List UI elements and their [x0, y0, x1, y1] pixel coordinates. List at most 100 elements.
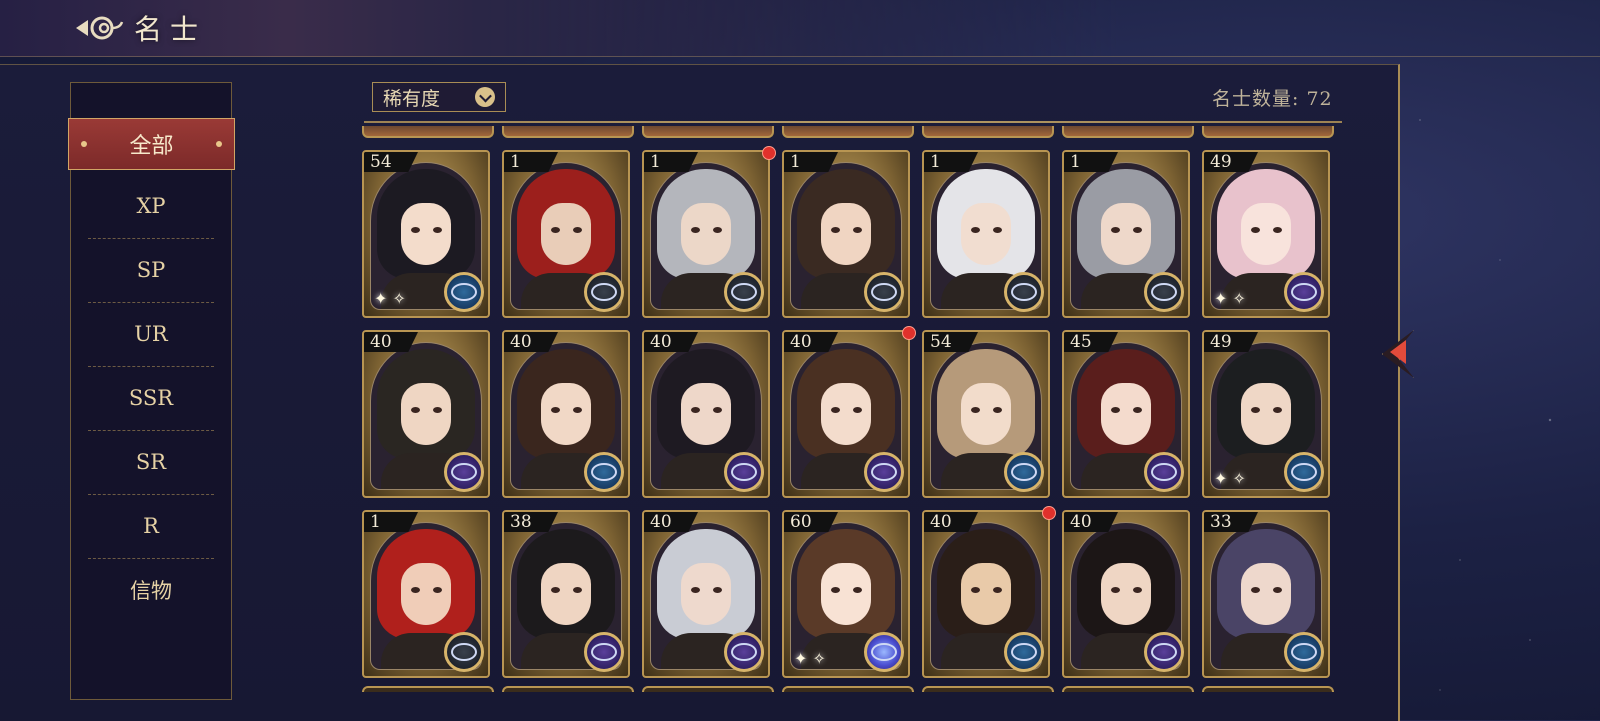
badge-emblem-icon [1151, 283, 1177, 301]
portrait-face [821, 203, 871, 265]
attribute-badge-icon [1004, 632, 1044, 672]
attribute-badge-icon [1284, 272, 1324, 312]
portrait-eye [993, 587, 1002, 593]
portrait-eye [971, 587, 980, 593]
rarity-filter-dropdown[interactable]: 稀有度 [372, 82, 506, 112]
character-card[interactable]: 40 [922, 510, 1050, 678]
ornament-dot [81, 141, 87, 147]
portrait-face [1101, 383, 1151, 445]
portrait-eye [1133, 227, 1142, 233]
partial-card-bottom[interactable] [362, 686, 494, 692]
character-card[interactable]: 54 ✦ ✧ [362, 150, 490, 318]
character-card[interactable]: 33 [1202, 510, 1330, 678]
attribute-badge-icon [1284, 632, 1324, 672]
character-card[interactable]: 45 [1062, 330, 1190, 498]
portrait-face [961, 203, 1011, 265]
badge-emblem-icon [591, 283, 617, 301]
partial-card-bottom[interactable] [922, 686, 1054, 692]
portrait-eye [971, 227, 980, 233]
chevron-down-icon [475, 87, 495, 107]
character-card-grid: 54 ✦ ✧ 1 1 1 1 1 49 ✦ ✧ 40 40 40 40 54 45 49 ✦ ✧ 1 38 40 60 ✦… [362, 126, 1342, 692]
sidebar-item-sr[interactable]: SR [88, 430, 214, 495]
portrait-eye [993, 407, 1002, 413]
page-title: 名士 [134, 13, 207, 46]
new-indicator-dot [1042, 506, 1056, 520]
portrait-eye [573, 227, 582, 233]
character-card[interactable]: 40 [502, 330, 630, 498]
portrait-eye [433, 587, 442, 593]
attribute-badge-icon [724, 632, 764, 672]
sidebar-item-ssr[interactable]: SSR [88, 366, 214, 431]
character-card[interactable]: 49 ✦ ✧ [1202, 330, 1330, 498]
new-indicator-dot [902, 326, 916, 340]
portrait-face [541, 203, 591, 265]
character-card[interactable]: 54 [922, 330, 1050, 498]
partial-card-top[interactable] [642, 126, 774, 138]
sidebar-item-ur[interactable]: UR [88, 302, 214, 367]
badge-emblem-icon [451, 463, 477, 481]
partial-card-bottom[interactable] [1202, 686, 1334, 692]
partial-card-top[interactable] [782, 126, 914, 138]
sparkle-icon: ✦ ✧ [374, 289, 406, 308]
sidebar-item-sp[interactable]: SP [88, 238, 214, 303]
sidebar-item-token[interactable]: 信物 [88, 558, 214, 622]
character-card[interactable]: 40 [362, 330, 490, 498]
partial-card-bottom[interactable] [642, 686, 774, 692]
portrait-eye [853, 227, 862, 233]
attribute-badge-icon [864, 632, 904, 672]
character-card[interactable]: 38 [502, 510, 630, 678]
title-group: 名士 [72, 8, 206, 48]
portrait-eye [1273, 587, 1282, 593]
toolbar-divider [364, 121, 1342, 123]
character-card[interactable]: 40 [1062, 510, 1190, 678]
sparkle-icon: ✦ ✧ [1214, 289, 1246, 308]
portrait-face [1241, 383, 1291, 445]
ornament-dot [216, 141, 222, 147]
partial-card-bottom[interactable] [502, 686, 634, 692]
badge-emblem-icon [591, 643, 617, 661]
sidebar-item-r[interactable]: R [88, 494, 214, 559]
back-cloud-icon[interactable] [72, 10, 124, 46]
portrait-eye [831, 587, 840, 593]
attribute-badge-icon [1144, 632, 1184, 672]
attribute-badge-icon [864, 452, 904, 492]
character-card[interactable]: 40 [642, 330, 770, 498]
character-count: 名士数量: 72 [1212, 88, 1333, 110]
character-card[interactable]: 1 [362, 510, 490, 678]
badge-emblem-icon [1151, 643, 1177, 661]
partial-card-bottom[interactable] [782, 686, 914, 692]
badge-emblem-icon [1011, 643, 1037, 661]
portrait-eye [1273, 407, 1282, 413]
partial-card-top[interactable] [1202, 126, 1334, 138]
badge-emblem-icon [871, 283, 897, 301]
character-card[interactable]: 1 [1062, 150, 1190, 318]
portrait-eye [573, 587, 582, 593]
character-card[interactable]: 1 [922, 150, 1050, 318]
badge-emblem-icon [1151, 463, 1177, 481]
character-card[interactable]: 1 [502, 150, 630, 318]
portrait-face [401, 203, 451, 265]
portrait-face [1101, 563, 1151, 625]
badge-emblem-icon [591, 463, 617, 481]
badge-emblem-icon [1011, 283, 1037, 301]
attribute-badge-icon [1144, 272, 1184, 312]
partial-card-top[interactable] [922, 126, 1054, 138]
character-card[interactable]: 1 [642, 150, 770, 318]
badge-emblem-icon [1291, 463, 1317, 481]
partial-card-top[interactable] [362, 126, 494, 138]
character-card[interactable]: 40 [782, 330, 910, 498]
character-card[interactable]: 40 [642, 510, 770, 678]
new-indicator-dot [762, 146, 776, 160]
sidebar-item-xp[interactable]: XP [88, 174, 214, 239]
badge-emblem-icon [451, 643, 477, 661]
character-card[interactable]: 1 [782, 150, 910, 318]
partial-card-bottom[interactable] [1062, 686, 1194, 692]
partial-card-top[interactable] [1062, 126, 1194, 138]
portrait-eye [551, 227, 560, 233]
character-card[interactable]: 49 ✦ ✧ [1202, 150, 1330, 318]
sidebar-item-all[interactable]: 全部 [68, 118, 235, 170]
character-card[interactable]: 60 ✦ ✧ [782, 510, 910, 678]
portrait-eye [831, 227, 840, 233]
portrait-eye [831, 407, 840, 413]
partial-card-top[interactable] [502, 126, 634, 138]
